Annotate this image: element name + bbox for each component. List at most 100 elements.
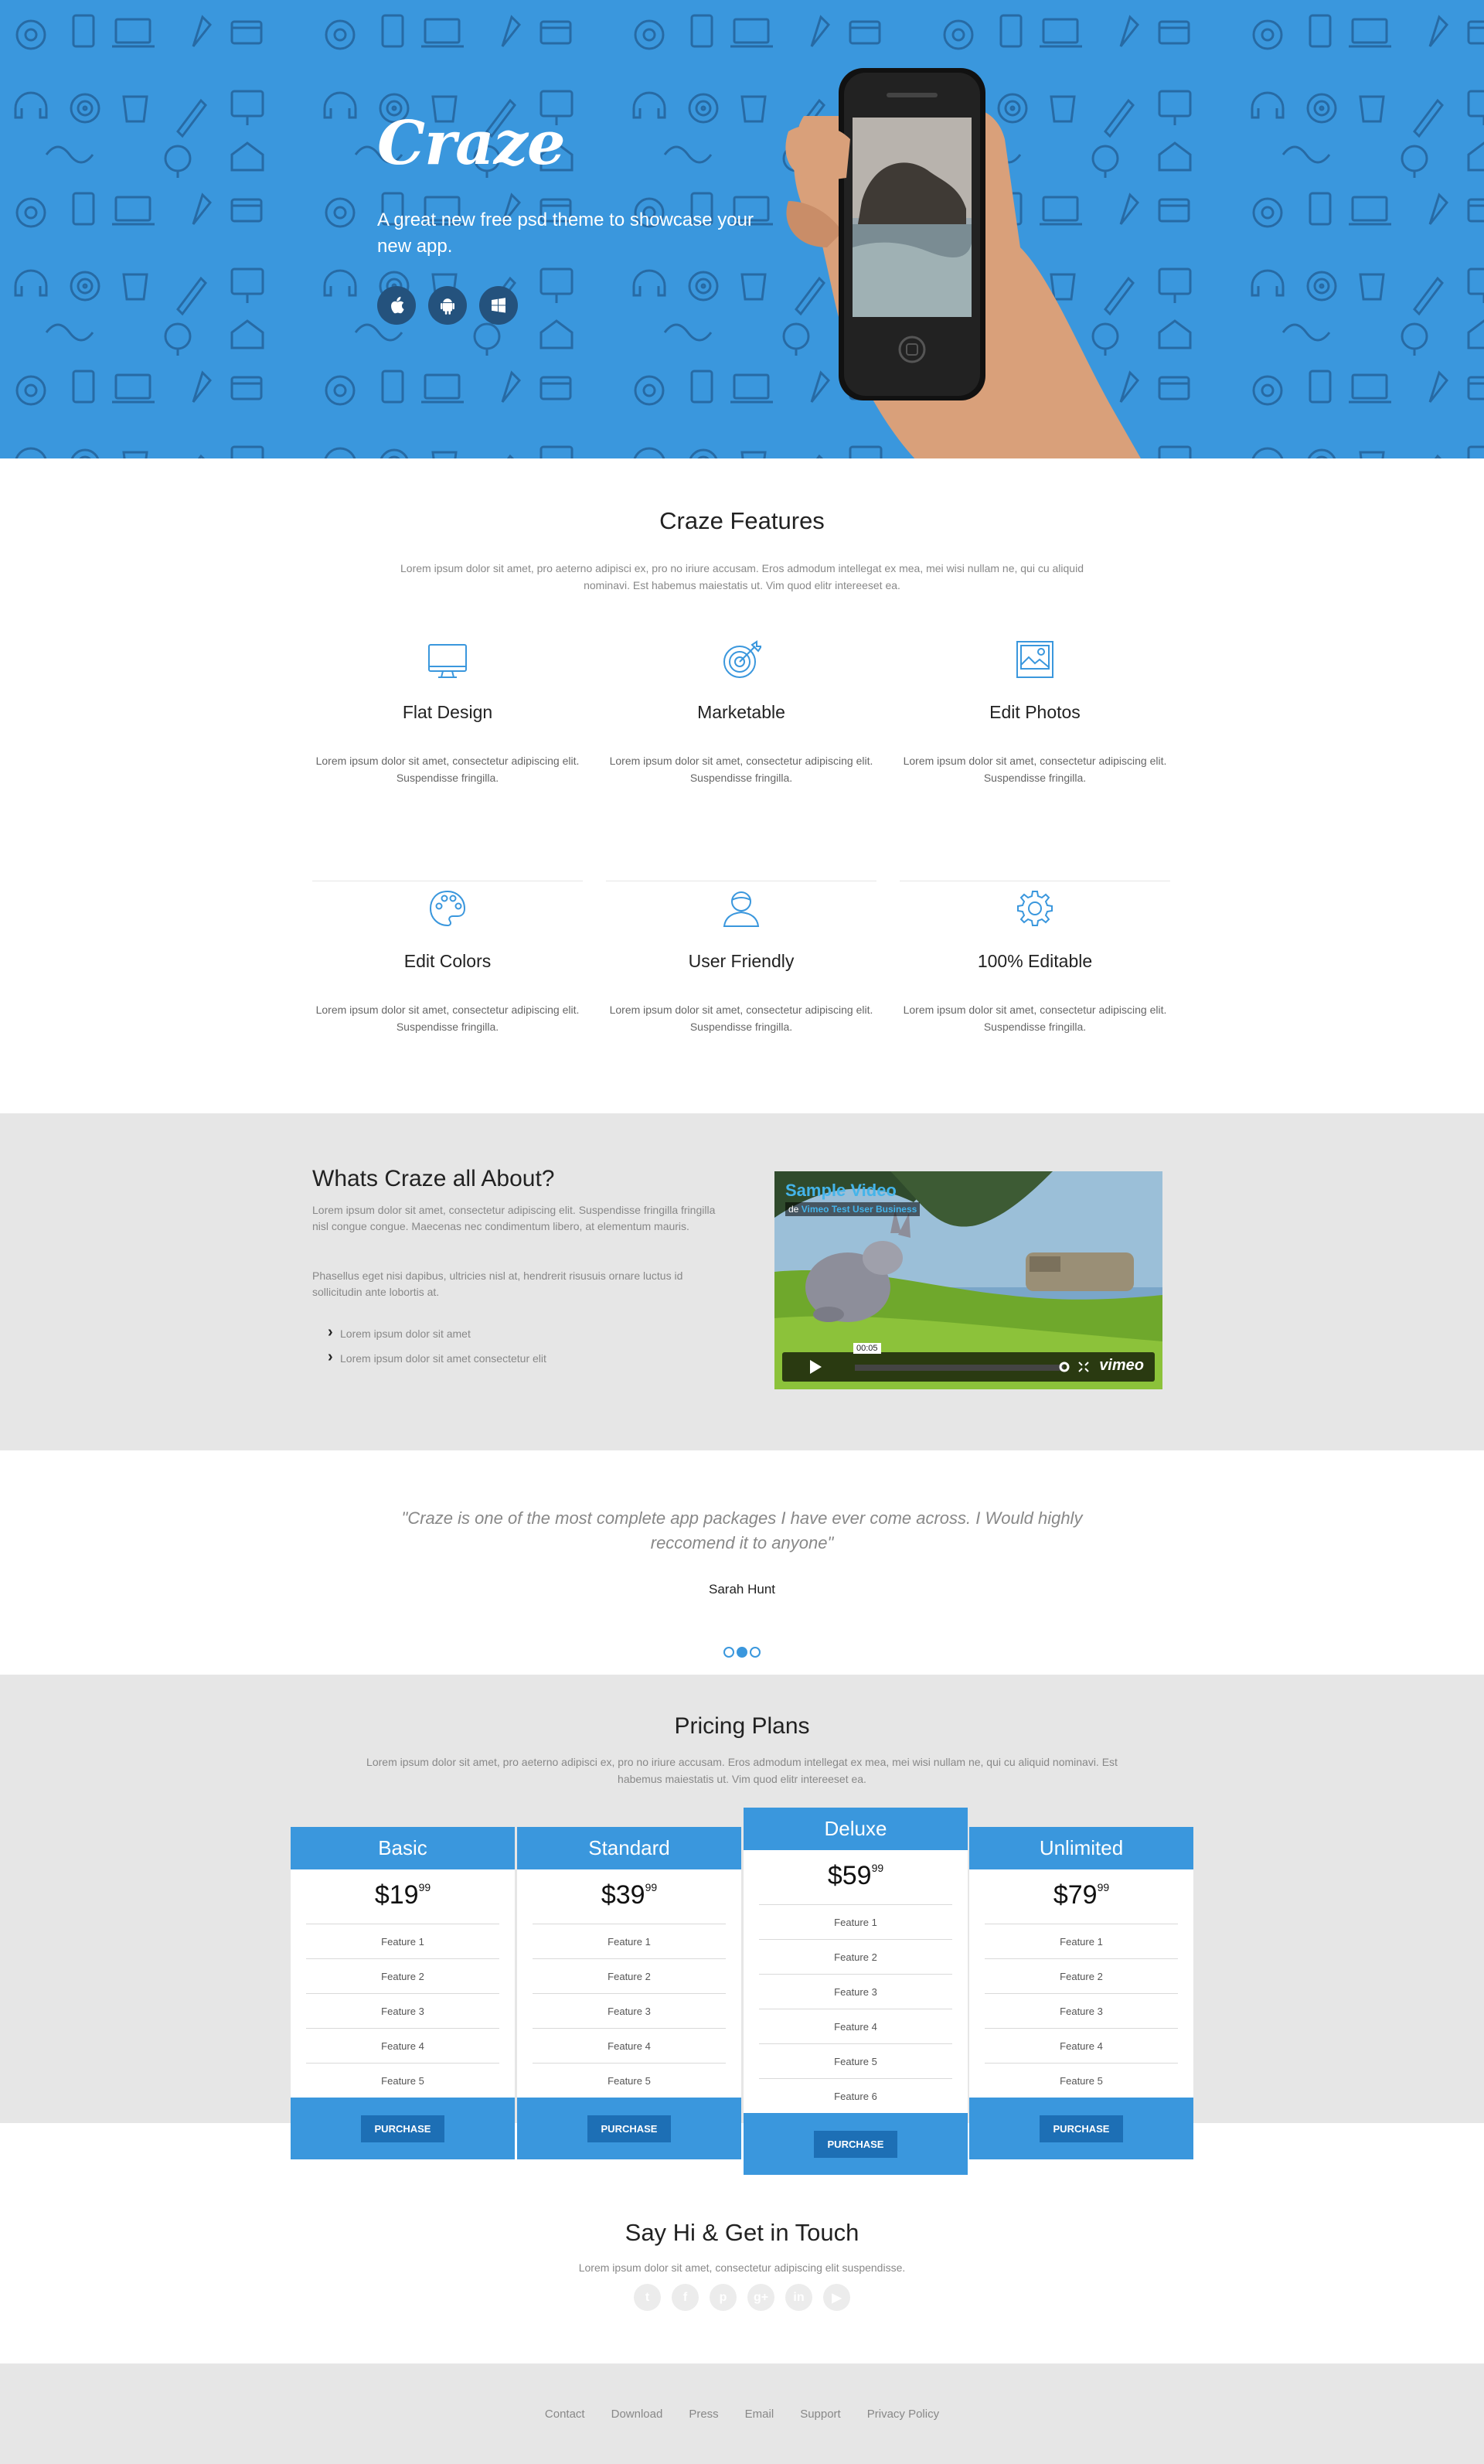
google-plus-icon[interactable]: g+: [747, 2284, 774, 2311]
plan-name: Standard: [517, 1827, 741, 1869]
feature-title: Flat Design: [402, 702, 493, 722]
pricing-section: [0, 1675, 1484, 2123]
logo[interactable]: Craze: [377, 108, 566, 179]
footer-link-press[interactable]: Press: [689, 2408, 718, 2421]
hero: Craze A great new free psd theme to show…: [0, 0, 1484, 458]
list-item: Lorem ipsum dolor sit amet consectetur e…: [328, 1349, 546, 1367]
list-item: Feature 5: [759, 2043, 952, 2078]
feature-flat-design: Flat Design Lorem ipsum dolor sit amet, …: [312, 632, 583, 881]
list-item: Feature 1: [759, 1904, 952, 1939]
plan-price: $7999: [1053, 1880, 1110, 1910]
palette-icon: [429, 890, 466, 927]
hero-tagline: A great new free psd theme to showcase y…: [377, 210, 754, 257]
video-author-link[interactable]: Vimeo Test User Business: [802, 1204, 917, 1215]
purchase-button[interactable]: PURCHASE: [587, 2115, 672, 2142]
about-bullets: Lorem ipsum dolor sit amet Lorem ipsum d…: [328, 1324, 546, 1375]
twitter-icon[interactable]: t: [634, 2284, 661, 2311]
feature-text: Lorem ipsum dolor sit amet, consectetur …: [315, 755, 580, 784]
apple-icon: [391, 296, 404, 314]
youtube-icon[interactable]: ▶: [823, 2284, 850, 2311]
footer-link-support[interactable]: Support: [800, 2408, 841, 2421]
feature-title: Edit Photos: [989, 702, 1081, 722]
pinterest-icon[interactable]: p: [710, 2284, 737, 2311]
purchase-button[interactable]: PURCHASE: [1039, 2115, 1124, 2142]
about-paragraph-1: Lorem ipsum dolor sit amet, consectetur …: [312, 1204, 716, 1232]
monitor-icon: [428, 644, 467, 678]
plan-features: Feature 1 Feature 2 Feature 3 Feature 4 …: [759, 1904, 952, 2113]
android-store-button[interactable]: [428, 286, 467, 325]
video-progress-track[interactable]: [855, 1365, 1064, 1371]
purchase-button[interactable]: PURCHASE: [360, 2115, 445, 2142]
feature-editable: 100% Editable Lorem ipsum dolor sit amet…: [900, 881, 1170, 1130]
list-item: Feature 6: [759, 2078, 952, 2113]
feature-user-friendly: User Friendly Lorem ipsum dolor sit amet…: [606, 881, 876, 1130]
list-item: Feature 1: [985, 1924, 1178, 1958]
plan-features: Feature 1 Feature 2 Feature 3 Feature 4 …: [533, 1924, 726, 2098]
social-links: t f p g+ in ▶: [0, 2284, 1484, 2311]
pricing-subtitle: Lorem ipsum dolor sit amet, pro aeterno …: [366, 1756, 1118, 1785]
carousel-dots: [0, 1647, 1484, 1658]
testimonial-author: Sarah Hunt: [709, 1582, 775, 1597]
fullscreen-icon[interactable]: [1077, 1361, 1090, 1373]
feature-title: User Friendly: [688, 951, 795, 971]
footer-link-privacy[interactable]: Privacy Policy: [867, 2408, 939, 2421]
plan-price: $3999: [601, 1880, 658, 1910]
video-title[interactable]: Sample Video: [785, 1181, 897, 1201]
list-item: Feature 5: [533, 2063, 726, 2098]
plan-standard: Standard $3999 Feature 1 Feature 2 Featu…: [517, 1827, 741, 2159]
plan-features: Feature 1 Feature 2 Feature 3 Feature 4 …: [306, 1924, 499, 2098]
footer-link-email[interactable]: Email: [745, 2408, 774, 2421]
video-timestamp: 00:05: [853, 1343, 881, 1354]
carousel-dot-active[interactable]: [737, 1647, 747, 1658]
plan-price: $1999: [374, 1880, 431, 1910]
list-item: Feature 5: [985, 2063, 1178, 2098]
vimeo-logo[interactable]: vimeo: [1099, 1357, 1144, 1375]
windows-store-button[interactable]: [479, 286, 518, 325]
list-item: Feature 3: [533, 1993, 726, 2028]
feature-text: Lorem ipsum dolor sit amet, consectetur …: [609, 1004, 873, 1033]
purchase-button[interactable]: PURCHASE: [813, 2130, 898, 2158]
footer-link-contact[interactable]: Contact: [545, 2408, 585, 2421]
plan-basic: Basic $1999 Feature 1 Feature 2 Feature …: [291, 1827, 515, 2159]
list-item: Feature 3: [985, 1993, 1178, 2028]
features-grid: Flat Design Lorem ipsum dolor sit amet, …: [312, 632, 1170, 1130]
footer-link-download[interactable]: Download: [611, 2408, 663, 2421]
about-paragraph-2: Phasellus eget nisi dapibus, ultricies n…: [312, 1269, 683, 1298]
carousel-dot[interactable]: [750, 1647, 761, 1658]
plan-name: Basic: [291, 1827, 515, 1869]
feature-title: Marketable: [697, 702, 785, 722]
apple-store-button[interactable]: [377, 286, 416, 325]
image-icon: [1016, 641, 1053, 678]
plan-name: Unlimited: [969, 1827, 1193, 1869]
pricing-title: Pricing Plans: [674, 1713, 810, 1739]
testimonial-section: "Craze is one of the most complete app p…: [0, 1450, 1484, 1675]
plan-unlimited: Unlimited $7999 Feature 1 Feature 2 Feat…: [969, 1827, 1193, 2159]
list-item: Feature 4: [306, 2028, 499, 2063]
list-item: Feature 3: [306, 1993, 499, 2028]
features-title: Craze Features: [659, 507, 825, 534]
android-icon: [441, 298, 454, 315]
feature-edit-photos: Edit Photos Lorem ipsum dolor sit amet, …: [900, 632, 1170, 881]
features-section: Craze Features Lorem ipsum dolor sit ame…: [0, 458, 1484, 1113]
video-player[interactable]: Sample Video de Vimeo Test User Business…: [774, 1171, 1162, 1389]
play-button[interactable]: [782, 1352, 849, 1382]
plan-name: Deluxe: [744, 1808, 968, 1850]
carousel-dot[interactable]: [723, 1647, 734, 1658]
list-item: Feature 1: [306, 1924, 499, 1958]
feature-text: Lorem ipsum dolor sit amet, consectetur …: [903, 1004, 1167, 1033]
facebook-icon[interactable]: f: [672, 2284, 699, 2311]
list-item: Lorem ipsum dolor sit amet: [328, 1324, 546, 1342]
list-item: Feature 2: [759, 1939, 952, 1974]
list-item: Feature 3: [759, 1974, 952, 2009]
settings-icon[interactable]: [1058, 1361, 1070, 1373]
footer: Contact Download Press Email Support Pri…: [0, 2363, 1484, 2464]
feature-marketable: Marketable Lorem ipsum dolor sit amet, c…: [606, 632, 876, 881]
feature-text: Lorem ipsum dolor sit amet, consectetur …: [903, 755, 1167, 784]
hero-phone-image: [785, 68, 1141, 458]
plan-price: $5999: [827, 1861, 884, 1890]
list-item: Feature 2: [533, 1958, 726, 1993]
linkedin-icon[interactable]: in: [785, 2284, 812, 2311]
plan-features: Feature 1 Feature 2 Feature 3 Feature 4 …: [985, 1924, 1178, 2098]
store-buttons: [377, 286, 518, 325]
windows-icon: [492, 298, 505, 313]
